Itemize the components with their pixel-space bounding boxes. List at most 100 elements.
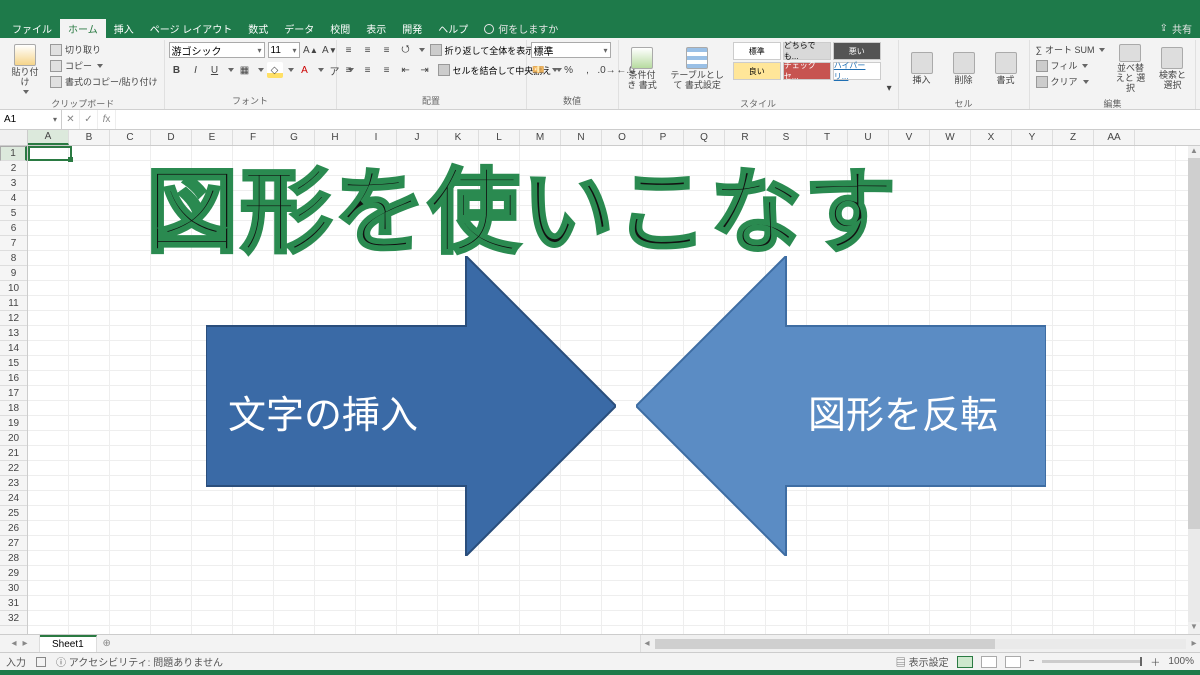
- macro-record-icon[interactable]: [36, 657, 46, 667]
- share-button[interactable]: ⇪ 共有: [1152, 19, 1200, 38]
- sheet-nav[interactable]: ◂ ▸: [0, 635, 40, 652]
- orientation-button[interactable]: ⭯: [398, 42, 414, 58]
- cancel-formula-button[interactable]: ✕: [62, 110, 80, 129]
- row-header-23[interactable]: 23: [0, 476, 27, 491]
- copy-button[interactable]: コピー: [48, 58, 160, 73]
- column-header-E[interactable]: E: [192, 130, 233, 145]
- row-header-21[interactable]: 21: [0, 446, 27, 461]
- row-header-13[interactable]: 13: [0, 326, 27, 341]
- style-bad[interactable]: 悪い: [833, 42, 881, 60]
- row-header-31[interactable]: 31: [0, 596, 27, 611]
- column-header-P[interactable]: P: [643, 130, 684, 145]
- font-color-button[interactable]: A: [297, 62, 313, 78]
- increase-decimal-button[interactable]: .0→: [599, 62, 615, 78]
- align-middle-button[interactable]: ≡: [360, 42, 376, 58]
- insert-cells-button[interactable]: 挿入: [903, 42, 941, 96]
- tab-data[interactable]: データ: [276, 19, 322, 38]
- name-box[interactable]: A1 ▾: [0, 110, 62, 129]
- row-header-11[interactable]: 11: [0, 296, 27, 311]
- tab-help[interactable]: ヘルプ: [430, 19, 476, 38]
- style-standard[interactable]: 標準: [733, 42, 781, 60]
- row-header-17[interactable]: 17: [0, 386, 27, 401]
- right-arrow-shape[interactable]: 文字の挿入: [206, 256, 616, 556]
- column-header-Z[interactable]: Z: [1053, 130, 1094, 145]
- column-header-C[interactable]: C: [110, 130, 151, 145]
- tab-insert[interactable]: 挿入: [106, 19, 142, 38]
- tab-developer[interactable]: 開発: [394, 19, 430, 38]
- view-normal-button[interactable]: [957, 656, 973, 668]
- tab-file[interactable]: ファイル: [4, 19, 60, 38]
- h-scroll-track[interactable]: [655, 639, 1186, 649]
- row-header-27[interactable]: 27: [0, 536, 27, 551]
- column-header-F[interactable]: F: [233, 130, 274, 145]
- format-painter-button[interactable]: 書式のコピー/貼り付け: [48, 74, 160, 89]
- scroll-up-arrow-icon[interactable]: ▲: [1188, 146, 1200, 158]
- style-good[interactable]: 良い: [733, 62, 781, 80]
- row-header-4[interactable]: 4: [0, 191, 27, 206]
- column-header-N[interactable]: N: [561, 130, 602, 145]
- delete-cells-button[interactable]: 削除: [945, 42, 983, 96]
- style-hyperlink[interactable]: ハイパーリ...: [833, 62, 881, 80]
- row-header-28[interactable]: 28: [0, 551, 27, 566]
- column-header-K[interactable]: K: [438, 130, 479, 145]
- align-bottom-button[interactable]: ≡: [379, 42, 395, 58]
- row-header-20[interactable]: 20: [0, 431, 27, 446]
- column-header-I[interactable]: I: [356, 130, 397, 145]
- italic-button[interactable]: I: [188, 62, 204, 78]
- column-header-Y[interactable]: Y: [1012, 130, 1053, 145]
- row-header-2[interactable]: 2: [0, 161, 27, 176]
- column-header-S[interactable]: S: [766, 130, 807, 145]
- cut-button[interactable]: 切り取り: [48, 42, 160, 57]
- increase-font-button[interactable]: A▲: [303, 42, 319, 58]
- currency-button[interactable]: 💴: [531, 62, 547, 78]
- find-select-button[interactable]: 検索と 選択: [1153, 42, 1191, 96]
- column-header-D[interactable]: D: [151, 130, 192, 145]
- vertical-scrollbar[interactable]: ▲ ▼: [1188, 146, 1200, 634]
- formula-input[interactable]: [116, 110, 1200, 129]
- autosum-button[interactable]: ∑ オート SUM: [1034, 42, 1108, 57]
- insert-function-button[interactable]: fx: [98, 110, 116, 129]
- tell-me-search[interactable]: 何をしますか: [476, 19, 566, 38]
- tab-page-layout[interactable]: ページ レイアウト: [142, 19, 241, 38]
- column-header-U[interactable]: U: [848, 130, 889, 145]
- scroll-right-arrow-icon[interactable]: ▸: [1188, 638, 1200, 649]
- select-all-corner[interactable]: [0, 130, 28, 145]
- add-sheet-button[interactable]: ⊕: [97, 635, 117, 652]
- cells-area[interactable]: 図形を使いこなす 文字の挿入 図形を反転: [28, 146, 1200, 634]
- scroll-left-arrow-icon[interactable]: ◂: [641, 638, 653, 649]
- column-header-M[interactable]: M: [520, 130, 561, 145]
- confirm-formula-button[interactable]: ✓: [80, 110, 98, 129]
- tab-view[interactable]: 表示: [358, 19, 394, 38]
- align-top-button[interactable]: ≡: [341, 42, 357, 58]
- row-header-22[interactable]: 22: [0, 461, 27, 476]
- font-name-select[interactable]: 游ゴシック ▾: [169, 42, 265, 58]
- row-header-9[interactable]: 9: [0, 266, 27, 281]
- row-header-16[interactable]: 16: [0, 371, 27, 386]
- underline-button[interactable]: U: [207, 62, 223, 78]
- format-cells-button[interactable]: 書式: [987, 42, 1025, 96]
- accessibility-status[interactable]: ⓘ アクセシビリティ: 問題ありません: [56, 654, 223, 669]
- column-header-W[interactable]: W: [930, 130, 971, 145]
- column-header-B[interactable]: B: [69, 130, 110, 145]
- sort-filter-button[interactable]: 並べ替えと 選択: [1111, 42, 1149, 96]
- row-header-6[interactable]: 6: [0, 221, 27, 236]
- bold-button[interactable]: B: [169, 62, 185, 78]
- view-page-break-button[interactable]: [1005, 656, 1021, 668]
- row-header-7[interactable]: 7: [0, 236, 27, 251]
- percent-button[interactable]: %: [561, 62, 577, 78]
- column-header-X[interactable]: X: [971, 130, 1012, 145]
- row-header-19[interactable]: 19: [0, 416, 27, 431]
- decrease-font-button[interactable]: A▼: [322, 42, 338, 58]
- zoom-out-button[interactable]: −: [1029, 656, 1035, 667]
- row-header-25[interactable]: 25: [0, 506, 27, 521]
- style-neutral[interactable]: どちらでも...: [783, 42, 831, 60]
- tab-home[interactable]: ホーム: [60, 19, 106, 38]
- paste-button[interactable]: 貼り付け: [6, 42, 44, 96]
- conditional-formatting-button[interactable]: 条件付き 書式: [623, 42, 662, 96]
- number-format-select[interactable]: 標準 ▾: [531, 42, 611, 58]
- column-header-O[interactable]: O: [602, 130, 643, 145]
- column-header-V[interactable]: V: [889, 130, 930, 145]
- column-header-R[interactable]: R: [725, 130, 766, 145]
- row-header-32[interactable]: 32: [0, 611, 27, 626]
- styles-more-button[interactable]: ▾: [885, 80, 894, 96]
